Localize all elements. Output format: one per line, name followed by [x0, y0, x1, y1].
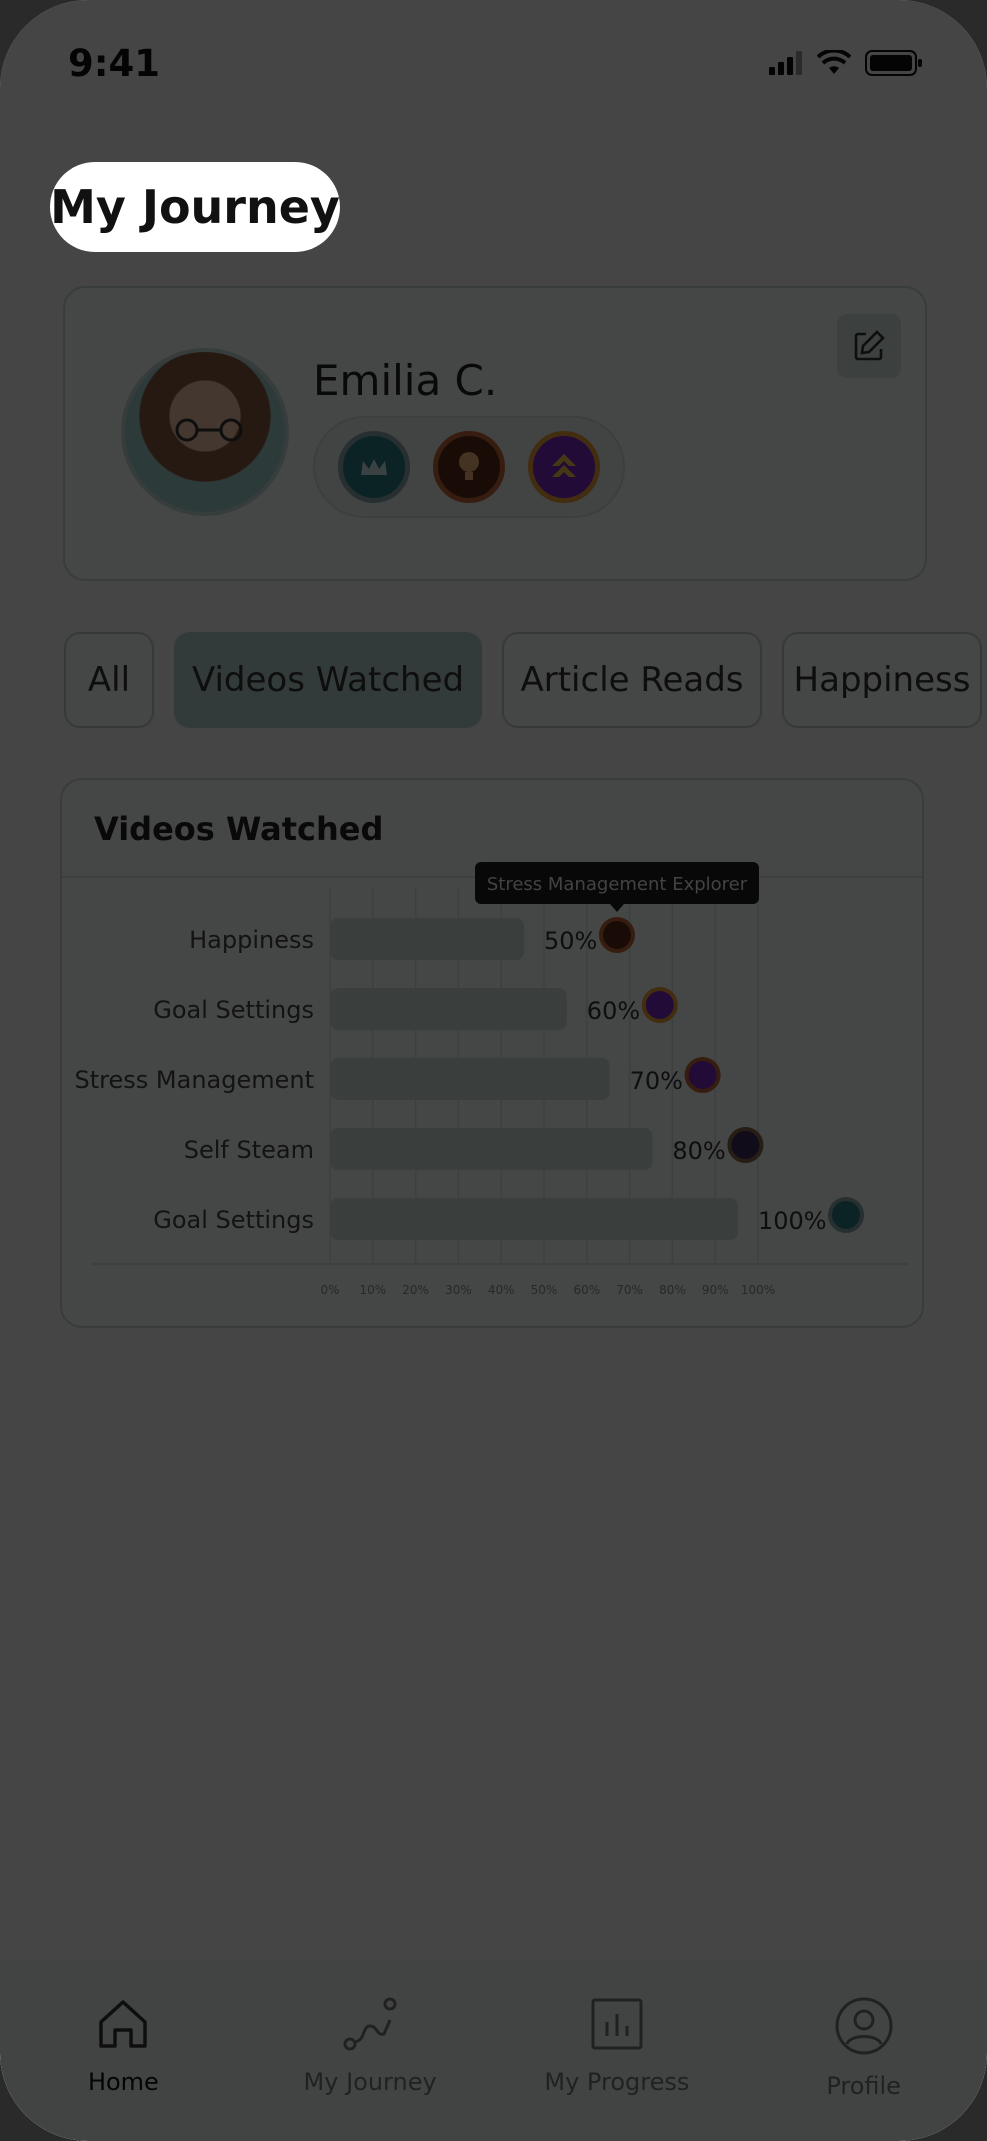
profile-name: Emilia C. [313, 356, 498, 405]
badge-icon [599, 917, 635, 953]
lightbulb-badge-icon[interactable] [432, 431, 505, 503]
x-tick-label: 80% [659, 1283, 686, 1297]
home-icon [99, 2000, 148, 2048]
status-icons [769, 50, 923, 76]
progress-chart-icon [591, 1998, 643, 2050]
bar [330, 1058, 610, 1100]
status-bar: 9:41 [0, 0, 987, 130]
tooltip-arrow [610, 904, 624, 912]
tab-all[interactable]: All [64, 632, 154, 728]
journey-icon [343, 1997, 397, 2051]
nav-profile-label: Profile [826, 2072, 901, 2100]
value-label: 80% [672, 1137, 725, 1165]
crown-badge-icon[interactable] [338, 431, 411, 503]
bar-chart: 0% 10% 20% 30% 40% 50% 60% 70% 80% 90% 100% Happine… [75, 862, 908, 1297]
category-label: Goal Settings [153, 1206, 314, 1234]
value-label: 70% [630, 1067, 683, 1095]
page-title-pill: My Journey [50, 162, 340, 252]
x-tick-label: 60% [573, 1283, 600, 1297]
badge-icon [828, 1197, 864, 1233]
nav-home[interactable]: Home [13, 1996, 233, 2141]
bar [330, 1128, 653, 1170]
bar [330, 988, 567, 1030]
x-tick-label: 10% [359, 1283, 386, 1297]
user-icon [835, 1997, 893, 2055]
x-tick-label: 50% [531, 1283, 558, 1297]
category-label: Stress Management [75, 1066, 314, 1094]
value-label: 60% [587, 997, 640, 1025]
tab-videos-watched[interactable]: Videos Watched [174, 632, 482, 728]
signal-icon [769, 51, 802, 75]
badge-icon [727, 1127, 764, 1163]
x-tick-label: 70% [616, 1283, 643, 1297]
badge-icon [641, 987, 678, 1023]
badge-icon [684, 1057, 721, 1093]
avatar-glasses-icon [175, 418, 243, 442]
nav-my-progress[interactable]: My Progress [507, 1996, 727, 2141]
avatar [121, 348, 289, 516]
bar [330, 1198, 738, 1240]
x-tick-label: 30% [445, 1283, 472, 1297]
battery-icon [865, 50, 922, 76]
videos-watched-chart-card: Videos Watched 0% 10% 20% 30% 40% 50% 60% 70% 80… [60, 778, 924, 1328]
bar [330, 918, 524, 960]
phone-frame: 9:41 Emilia C. All Videos Watched Articl… [0, 0, 987, 2141]
edit-profile-button[interactable] [837, 314, 901, 378]
edit-icon [854, 330, 885, 361]
nav-home-label: Home [87, 2068, 159, 2096]
tab-happiness[interactable]: Happiness [782, 632, 982, 728]
bottom-nav: Home My Journey My Progress Profile [0, 1960, 987, 2141]
tooltip-text: Stress Management Explorer [487, 874, 748, 895]
nav-my-progress-label: My Progress [544, 2068, 690, 2096]
value-label: 50% [544, 927, 597, 955]
badge-row [313, 416, 625, 518]
value-label: 100% [758, 1207, 827, 1235]
wifi-icon [817, 50, 851, 74]
screen-content: 9:41 Emilia C. All Videos Watched Articl… [0, 0, 987, 2141]
status-time: 9:41 [68, 42, 161, 85]
x-tick-label: 20% [402, 1283, 429, 1297]
nav-my-journey[interactable]: My Journey [260, 1996, 480, 2141]
x-tick-label: 100% [741, 1283, 775, 1297]
category-label: Goal Settings [153, 996, 314, 1024]
category-label: Happiness [189, 926, 314, 954]
category-label: Self Steam [184, 1136, 314, 1164]
x-tick-label: 40% [488, 1283, 515, 1297]
nav-my-journey-label: My Journey [303, 2068, 437, 2096]
tab-article-reads[interactable]: Article Reads [502, 632, 762, 728]
x-tick-label: 0% [320, 1283, 339, 1297]
profile-card: Emilia C. [63, 286, 927, 581]
rank-up-badge-icon[interactable] [527, 431, 600, 503]
x-tick-label: 90% [702, 1283, 729, 1297]
nav-profile[interactable]: Profile [754, 1996, 974, 2141]
filter-tabs: All Videos Watched Article Reads Happine… [64, 632, 982, 728]
page-title: My Journey [50, 180, 340, 234]
